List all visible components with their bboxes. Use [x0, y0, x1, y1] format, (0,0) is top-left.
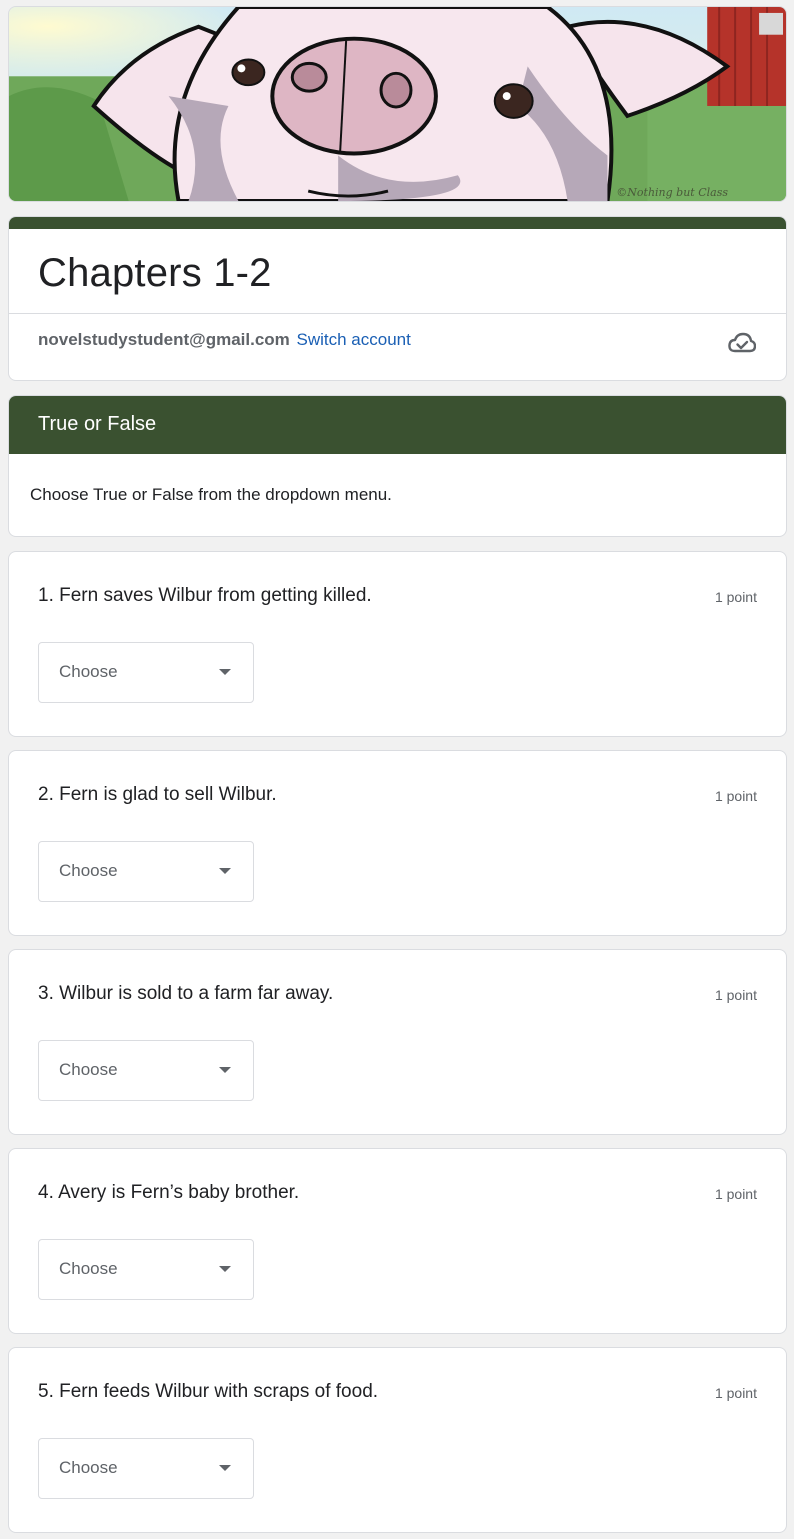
caret-down-icon	[219, 868, 231, 874]
banner-credit: ©Nothing but Class	[616, 186, 728, 199]
form-title-card: Chapters 1-2 novelstudystudent@gmail.com…	[8, 216, 787, 381]
dropdown-value: Choose	[59, 1259, 118, 1278]
question-points: 1 point	[714, 589, 757, 605]
header-banner-image: ©Nothing but Class	[8, 6, 787, 202]
question-card: 2. Fern is glad to sell Wilbur. 1 point …	[8, 750, 787, 936]
cloud-check-icon[interactable]	[728, 331, 756, 355]
question-text: 5. Fern feeds Wilbur with scraps of food…	[38, 1381, 379, 1402]
question-points: 1 point	[714, 788, 757, 804]
dropdown-value: Choose	[59, 1060, 118, 1079]
question-points: 1 point	[714, 1186, 757, 1202]
section-title: True or False	[9, 396, 786, 454]
switch-account-link[interactable]: Switch account	[297, 330, 411, 349]
dropdown-value: Choose	[59, 662, 118, 681]
caret-down-icon	[219, 1067, 231, 1073]
caret-down-icon	[219, 1266, 231, 1272]
answer-dropdown[interactable]: Choose	[38, 841, 254, 902]
theme-accent-bar	[9, 217, 786, 229]
caret-down-icon	[219, 669, 231, 675]
account-row: novelstudystudent@gmail.com Switch accou…	[38, 330, 411, 350]
form-title: Chapters 1-2	[38, 251, 272, 295]
question-text: 1. Fern saves Wilbur from getting killed…	[38, 585, 372, 606]
answer-dropdown[interactable]: Choose	[38, 1438, 254, 1499]
question-card: 4. Avery is Fern’s baby brother. 1 point…	[8, 1148, 787, 1334]
account-email: novelstudystudent@gmail.com	[38, 330, 290, 349]
title-divider	[9, 313, 786, 314]
pig-illustration	[9, 7, 786, 201]
question-card: 5. Fern feeds Wilbur with scraps of food…	[8, 1347, 787, 1533]
section-card: True or False Choose True or False from …	[8, 395, 787, 537]
question-text: 3. Wilbur is sold to a farm far away.	[38, 983, 334, 1004]
dropdown-value: Choose	[59, 1458, 118, 1477]
answer-dropdown[interactable]: Choose	[38, 1239, 254, 1300]
question-text: 2. Fern is glad to sell Wilbur.	[38, 784, 277, 805]
question-points: 1 point	[714, 1385, 757, 1401]
section-description: Choose True or False from the dropdown m…	[30, 485, 392, 504]
answer-dropdown[interactable]: Choose	[38, 642, 254, 703]
question-card: 3. Wilbur is sold to a farm far away. 1 …	[8, 949, 787, 1135]
question-text: 4. Avery is Fern’s baby brother.	[38, 1182, 300, 1203]
dropdown-value: Choose	[59, 861, 118, 880]
question-card: 1. Fern saves Wilbur from getting killed…	[8, 551, 787, 737]
question-points: 1 point	[714, 987, 757, 1003]
caret-down-icon	[219, 1465, 231, 1471]
answer-dropdown[interactable]: Choose	[38, 1040, 254, 1101]
